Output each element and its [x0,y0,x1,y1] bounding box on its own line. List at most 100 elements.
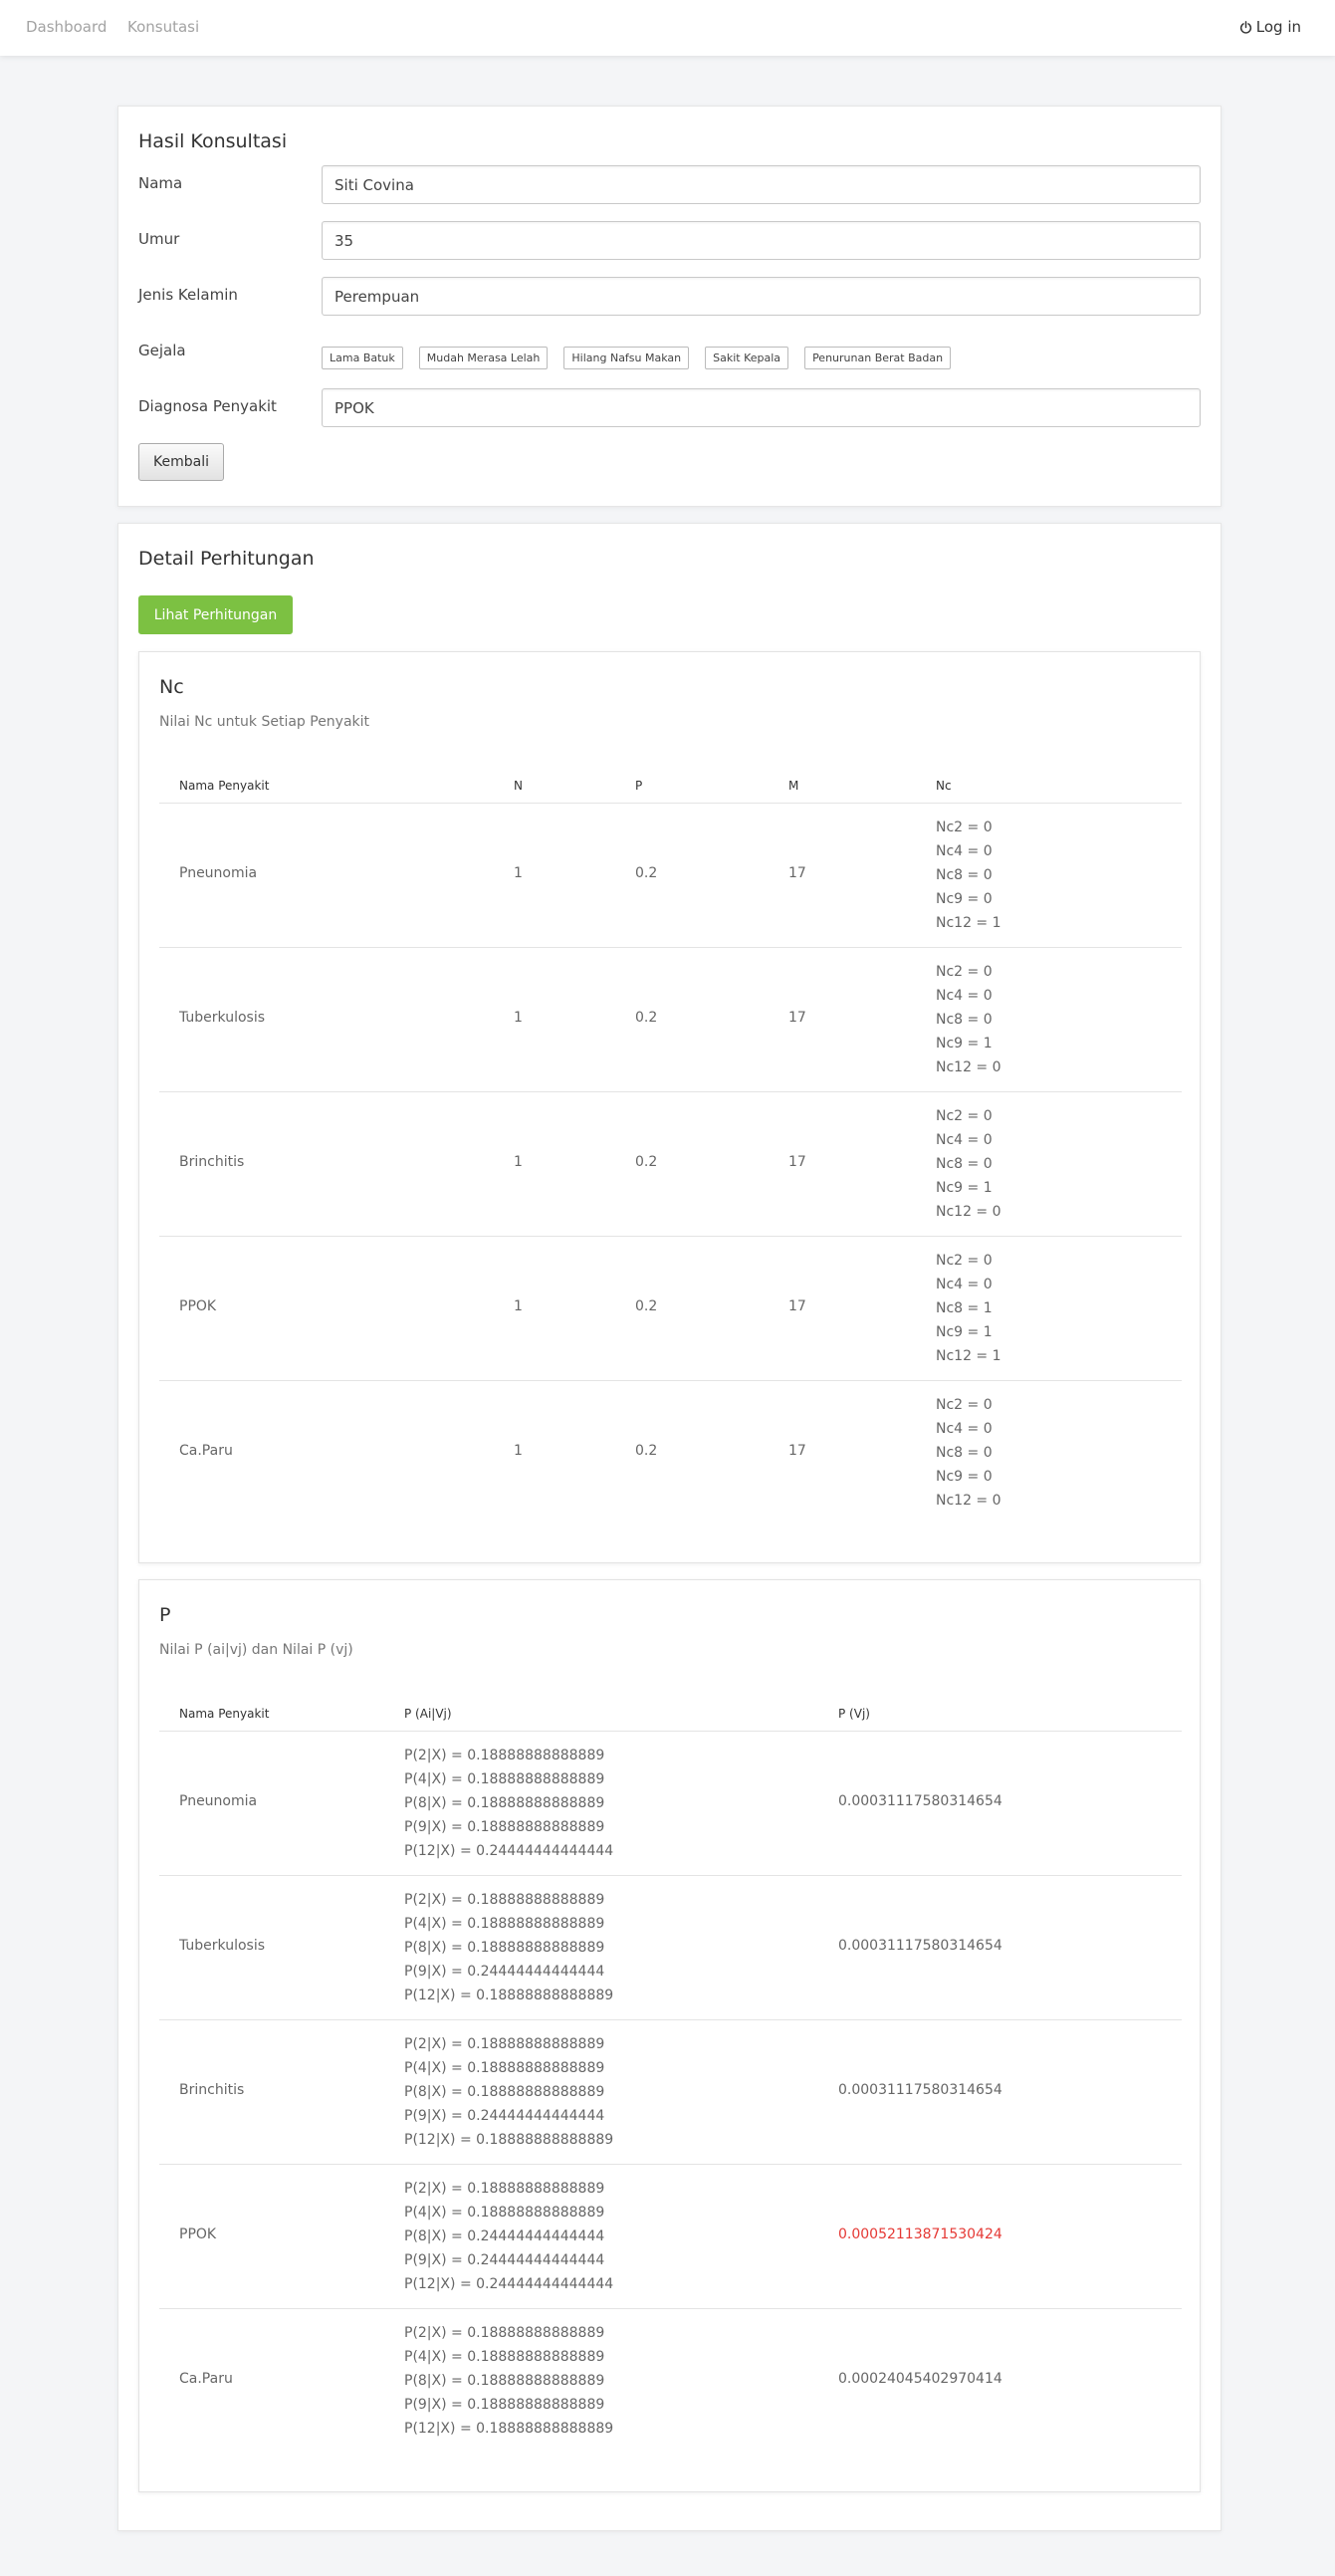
hasil-konsultasi-card: Hasil Konsultasi Nama Umur Jenis Kelamin… [117,106,1222,507]
nc-cell-name: Pneunomia [179,865,258,881]
p-ai-value: P(8|X) = 0.18888888888889 [404,1795,605,1811]
card-title-detail: Detail Perhitungan [138,548,315,570]
detail-perhitungan-card: Detail Perhitungan Lihat Perhitungan Nc … [117,523,1222,2531]
p-ai-value: P(4|X) = 0.18888888888889 [404,2205,605,2221]
nc-cell-n: 1 [514,1443,523,1459]
nc-cell-m: 17 [788,1443,806,1459]
p-table-header: Nama Penyakit P (Ai|Vj) P (Vj) [159,1696,1182,1732]
p-cell-vj: 0.00031117580314654 [838,2082,1002,2098]
p-ai-value: P(4|X) = 0.18888888888889 [404,1771,605,1787]
nc-cell-name: PPOK [179,1298,217,1314]
p-ai-value: P(12|X) = 0.18888888888889 [404,2421,614,2437]
p-cell-vj: 0.00024045402970414 [838,2371,1002,2387]
nc-row: Tuberkulosis 1 0.2 17 Nc2 = 0 Nc4 = 0 Nc… [159,948,1182,1092]
diagnosa-field[interactable] [322,388,1201,427]
nc-cell-values: Nc2 = 0 Nc4 = 0 Nc8 = 1 Nc9 = 1 Nc12 = 1 [936,1249,1001,1368]
nc-cell-name: Tuberkulosis [179,1010,266,1026]
p-ai-value: P(4|X) = 0.18888888888889 [404,2060,605,2076]
nc-value: Nc2 = 0 [936,1108,993,1124]
nc-cell-values: Nc2 = 0 Nc4 = 0 Nc8 = 0 Nc9 = 1 Nc12 = 0 [936,960,1001,1079]
nc-value: Nc12 = 0 [936,1059,1001,1075]
login-link[interactable]: Log in [1239,18,1301,36]
nc-value: Nc4 = 0 [936,1132,993,1148]
nc-row: Brinchitis 1 0.2 17 Nc2 = 0 Nc4 = 0 Nc8 … [159,1092,1182,1237]
nc-value: Nc9 = 1 [936,1180,993,1196]
nama-field[interactable] [322,165,1201,204]
th-nama-penyakit: Nama Penyakit [179,1707,270,1721]
p-ai-value: P(9|X) = 0.24444444444444 [404,2108,605,2124]
nc-value: Nc2 = 0 [936,1397,993,1413]
nc-row: Pneunomia 1 0.2 17 Nc2 = 0 Nc4 = 0 Nc8 =… [159,804,1182,948]
nc-cell-p: 0.2 [635,1443,658,1459]
nc-row: Ca.Paru 1 0.2 17 Nc2 = 0 Nc4 = 0 Nc8 = 0… [159,1381,1182,1525]
power-icon [1239,20,1251,34]
th-n: N [514,779,523,793]
nav-link-konsultasi[interactable]: Konsutasi [127,18,199,36]
p-ai-value: P(9|X) = 0.18888888888889 [404,2397,605,2413]
p-cell-vj: 0.00031117580314654 [838,1793,1002,1809]
lihat-perhitungan-button[interactable]: Lihat Perhitungan [138,595,293,634]
p-ai-value: P(2|X) = 0.18888888888889 [404,2325,605,2341]
jenis-kelamin-field[interactable] [322,277,1201,316]
nc-cell-values: Nc2 = 0 Nc4 = 0 Nc8 = 0 Nc9 = 1 Nc12 = 0 [936,1104,1001,1224]
p-cell-ai-vj: P(2|X) = 0.18888888888889 P(4|X) = 0.188… [404,2032,613,2152]
p-ai-value: P(9|X) = 0.18888888888889 [404,1819,605,1835]
nc-title: Nc [159,676,184,698]
nc-value: Nc8 = 0 [936,1445,993,1461]
p-ai-value: P(9|X) = 0.24444444444444 [404,2252,605,2268]
p-card: P Nilai P (ai|vj) dan Nilai P (vj) Nama … [138,1579,1201,2492]
p-cell-name: Tuberkulosis [179,1938,266,1954]
nc-cell-m: 17 [788,865,806,881]
gejala-chip: Sakit Kepala [705,347,789,369]
nc-table-header: Nama Penyakit N P M Nc [159,768,1182,804]
gejala-chip: Hilang Nafsu Makan [563,347,690,369]
nav-link-dashboard[interactable]: Dashboard [26,18,107,36]
nc-cell-m: 17 [788,1010,806,1026]
p-cell-ai-vj: P(2|X) = 0.18888888888889 P(4|X) = 0.188… [404,2177,613,2296]
nc-cell-m: 17 [788,1298,806,1314]
p-cell-ai-vj: P(2|X) = 0.18888888888889 P(4|X) = 0.188… [404,2321,613,2441]
nc-value: Nc9 = 1 [936,1324,993,1340]
nc-value: Nc12 = 0 [936,1204,1001,1220]
p-cell-vj: 0.00031117580314654 [838,1938,1002,1954]
nc-card: Nc Nilai Nc untuk Setiap Penyakit Nama P… [138,651,1201,1563]
p-cell-vj-highest: 0.00052113871530424 [838,2226,1002,2242]
nc-cell-n: 1 [514,1298,523,1314]
p-ai-value: P(12|X) = 0.24444444444444 [404,1843,614,1859]
nc-value: Nc4 = 0 [936,1277,993,1292]
nc-value: Nc8 = 0 [936,1156,993,1172]
th-nc: Nc [936,779,952,793]
nc-cell-values: Nc2 = 0 Nc4 = 0 Nc8 = 0 Nc9 = 0 Nc12 = 1 [936,816,1001,935]
gejala-chip: Penurunan Berat Badan [804,347,952,369]
p-ai-value: P(2|X) = 0.18888888888889 [404,2036,605,2052]
p-title: P [159,1604,171,1626]
p-subtitle: Nilai P (ai|vj) dan Nilai P (vj) [159,1642,353,1658]
umur-field[interactable] [322,221,1201,260]
nc-value: Nc2 = 0 [936,964,993,980]
th-p: P [635,779,643,793]
p-cell-name: Brinchitis [179,2082,245,2098]
p-ai-value: P(4|X) = 0.18888888888889 [404,2349,605,2365]
th-m: M [788,779,799,793]
p-ai-value: P(2|X) = 0.18888888888889 [404,2181,605,2197]
nc-value: Nc12 = 1 [936,915,1001,931]
p-cell-name: PPOK [179,2226,217,2242]
p-cell-ai-vj: P(2|X) = 0.18888888888889 P(4|X) = 0.188… [404,1744,613,1863]
nc-cell-n: 1 [514,1010,523,1026]
nc-cell-name: Brinchitis [179,1154,245,1170]
gejala-chip: Lama Batuk [322,347,403,369]
kembali-button[interactable]: Kembali [138,443,224,481]
nc-value: Nc8 = 1 [936,1300,993,1316]
p-ai-value: P(12|X) = 0.18888888888889 [404,1988,614,2003]
label-jenis-kelamin: Jenis Kelamin [138,286,238,304]
nc-row: PPOK 1 0.2 17 Nc2 = 0 Nc4 = 0 Nc8 = 1 Nc… [159,1237,1182,1381]
nc-value: Nc4 = 0 [936,1421,993,1437]
p-ai-value: P(8|X) = 0.24444444444444 [404,2228,605,2244]
p-table: Nama Penyakit P (Ai|Vj) P (Vj) Pneunomia… [159,1696,1182,2454]
nc-value: Nc9 = 0 [936,1469,993,1485]
nc-value: Nc2 = 0 [936,1253,993,1269]
p-cell-name: Pneunomia [179,1793,258,1809]
nc-value: Nc8 = 0 [936,867,993,883]
label-umur: Umur [138,230,180,248]
nc-cell-name: Ca.Paru [179,1443,233,1459]
